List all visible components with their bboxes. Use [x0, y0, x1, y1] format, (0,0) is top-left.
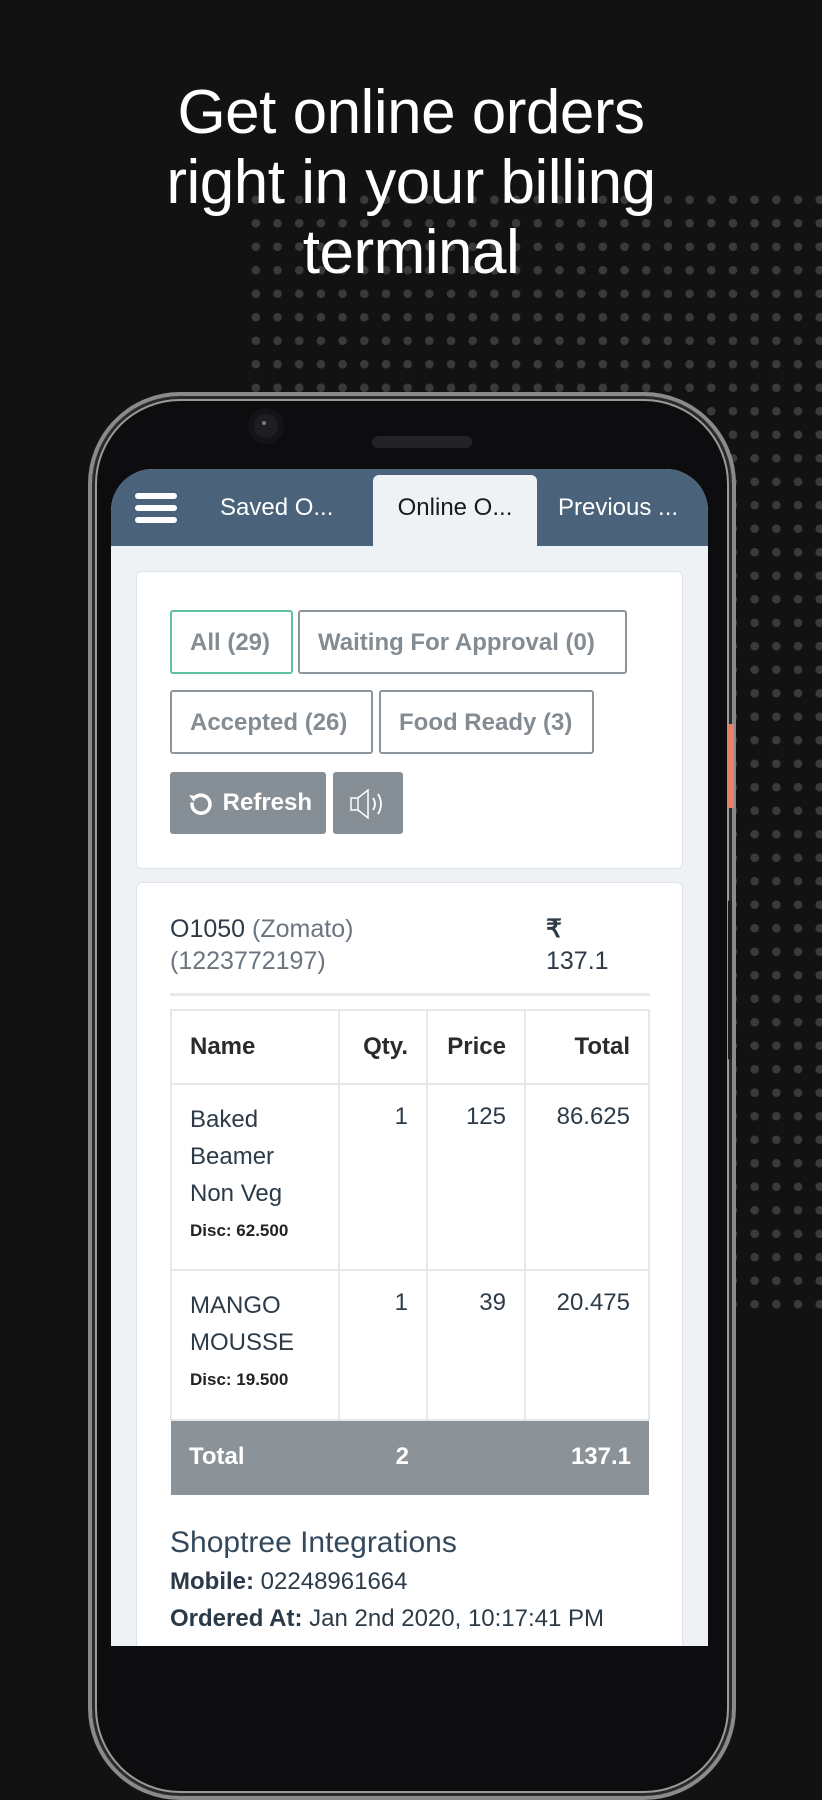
item-name: MANGO MOUSSE	[190, 1292, 295, 1356]
mobile-label: Mobile:	[170, 1568, 254, 1595]
item-discount: Disc: 62.500	[190, 1221, 289, 1240]
table-row: Baked Beamer Non Veg Disc: 62.500 1 125 …	[170, 1083, 650, 1271]
table-row: MANGO MOUSSE Disc: 19.500 1 39 20.475	[170, 1269, 650, 1421]
front-camera-icon	[254, 414, 278, 438]
phone-volume-button	[728, 900, 732, 1060]
headline-line-1: Get online orders	[177, 78, 645, 147]
tab-online-orders[interactable]: Online O...	[373, 475, 537, 546]
phone-power-button	[728, 724, 734, 808]
item-price: 125	[426, 1083, 526, 1271]
order-card[interactable]: O1050 (Zomato) (1223772197) ₹ 137.1 Name…	[136, 882, 683, 1646]
tab-bar: Saved O... Online O... Previous ...	[111, 469, 708, 546]
total-label: Total	[171, 1420, 339, 1495]
refresh-button[interactable]: Refresh	[170, 772, 326, 834]
customer-info: Shoptree Integrations Mobile: 0224896166…	[170, 1523, 650, 1637]
filter-waiting-approval-button[interactable]: Waiting For Approval (0)	[298, 610, 627, 674]
customer-mobile: 02248961664	[260, 1568, 408, 1595]
filters-card: All (29) Waiting For Approval (0) Accept…	[136, 571, 683, 869]
app-screen: Saved O... Online O... Previous ... All …	[111, 469, 708, 1646]
item-discount: Disc: 19.500	[190, 1370, 289, 1389]
filter-food-ready-button[interactable]: Food Ready (3)	[379, 690, 594, 754]
headline-line-2: right in your billing	[166, 148, 656, 217]
filter-all-button[interactable]: All (29)	[170, 610, 293, 674]
table-header-row: Name Qty. Price Total	[170, 1009, 650, 1085]
total-amount: 137.1	[525, 1420, 649, 1495]
sound-toggle-button[interactable]	[333, 772, 403, 834]
promo-headline: Get online orders right in your billing …	[0, 78, 822, 288]
item-qty: 1	[338, 1083, 428, 1271]
order-items-table: Name Qty. Price Total Baked Beamer Non V…	[170, 1009, 650, 1495]
hamburger-menu-icon[interactable]	[135, 493, 177, 523]
item-qty: 1	[338, 1269, 428, 1421]
refresh-icon	[186, 789, 223, 816]
column-header-qty: Qty.	[338, 1009, 428, 1085]
refresh-label: Refresh	[222, 789, 313, 816]
ordered-at-label: Ordered At:	[170, 1605, 303, 1632]
headline-line-3: terminal	[302, 218, 520, 287]
item-name: Baked Beamer Non Veg	[190, 1106, 283, 1207]
tab-saved-orders[interactable]: Saved O...	[206, 475, 347, 546]
speaker-icon	[346, 788, 390, 820]
order-source: (Zomato)	[252, 915, 354, 943]
total-qty: 2	[339, 1420, 427, 1495]
customer-name: Shoptree Integrations	[170, 1526, 457, 1559]
rupee-currency-icon: ₹	[546, 915, 562, 943]
order-amount: 137.1	[546, 947, 609, 975]
item-price: 39	[426, 1269, 526, 1421]
tab-previous-orders[interactable]: Previous ...	[544, 475, 692, 546]
item-total: 20.475	[524, 1269, 650, 1421]
order-external-id: (1223772197)	[170, 947, 326, 975]
order-id: O1050	[170, 915, 246, 943]
earpiece-speaker	[372, 436, 472, 448]
ordered-at-value: Jan 2nd 2020, 10:17:41 PM	[309, 1605, 605, 1632]
column-header-name: Name	[170, 1009, 340, 1085]
column-header-total: Total	[524, 1009, 650, 1085]
order-divider	[170, 993, 650, 996]
item-total: 86.625	[524, 1083, 650, 1271]
column-header-price: Price	[426, 1009, 526, 1085]
table-total-row: Total 2 137.1	[171, 1420, 649, 1495]
filter-accepted-button[interactable]: Accepted (26)	[170, 690, 373, 754]
order-header: O1050 (Zomato) (1223772197) ₹ 137.1	[170, 913, 650, 983]
